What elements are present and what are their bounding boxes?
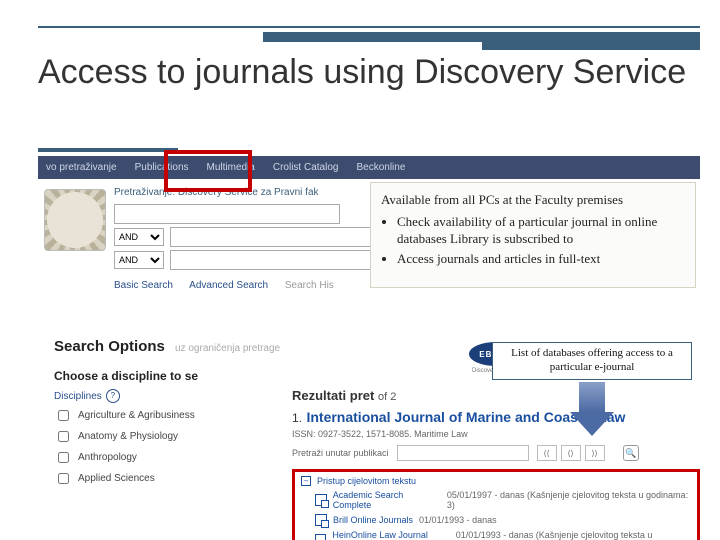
university-seal <box>44 189 106 251</box>
search-field-1[interactable] <box>114 204 340 224</box>
discipline-label: Anatomy & Physiology <box>78 431 178 442</box>
pager: ⟨⟨ ⟨⟩ ⟩⟩ <box>537 445 605 461</box>
source-dates: 01/01/1993 - danas (Kašnjenje cjelovitog… <box>456 530 691 540</box>
discipline-label: Agriculture & Agribusiness <box>78 410 195 421</box>
source-icon <box>315 494 327 506</box>
fulltext-heading: Pristup cijelovitom tekstu <box>317 476 416 486</box>
pager-next[interactable]: ⟩⟩ <box>585 445 605 461</box>
link-basic-search[interactable]: Basic Search <box>114 280 173 291</box>
discipline-checkbox-anthropology[interactable] <box>58 452 69 463</box>
note-bullet-access: Access journals and articles in full-tex… <box>397 250 685 268</box>
discipline-label: Applied Sciences <box>78 473 155 484</box>
source-dates: 01/01/1993 - danas <box>419 515 497 525</box>
callout-box: List of databases offering access to a p… <box>492 342 692 436</box>
discipline-checkbox-applied-sciences[interactable] <box>58 473 69 484</box>
result-number: 1. <box>292 411 302 425</box>
bool-select-2[interactable]: AND <box>114 251 164 269</box>
results-heading: Rezultati pret <box>292 388 374 403</box>
highlight-publications <box>164 150 252 192</box>
collapse-icon[interactable]: – <box>301 476 311 486</box>
top-rule <box>38 26 700 42</box>
source-icon <box>315 534 326 540</box>
note-bullet-check: Check availability of a particular journ… <box>397 213 685 248</box>
title-underline <box>38 148 178 152</box>
source-dates: 05/01/1997 - danas (Kašnjenje cjelovitog… <box>447 490 691 510</box>
callout-text: List of databases offering access to a p… <box>492 342 692 380</box>
search-within-input[interactable] <box>397 445 529 461</box>
arrow-down-icon <box>570 382 614 436</box>
results-count: of 2 <box>378 391 396 403</box>
nav-item-new-search[interactable]: vo pretraživanje <box>46 162 117 173</box>
nav-item-crolist[interactable]: Crolist Catalog <box>273 162 339 173</box>
link-advanced-search[interactable]: Advanced Search <box>189 280 268 291</box>
link-search-history[interactable]: Search His <box>285 280 334 291</box>
source-icon <box>315 514 327 526</box>
search-icon[interactable]: 🔍 <box>623 445 639 461</box>
source-link-brill[interactable]: Brill Online Journals <box>333 515 413 525</box>
search-field-2[interactable] <box>170 227 396 247</box>
disciplines-label: Disciplines <box>54 391 102 402</box>
discipline-checkbox-anatomy[interactable] <box>58 431 69 442</box>
bool-select-1[interactable]: AND <box>114 228 164 246</box>
discipline-checkbox-agriculture[interactable] <box>58 410 69 421</box>
slide-title: Access to journals using Discovery Servi… <box>38 52 686 93</box>
search-field-3[interactable] <box>170 250 396 270</box>
source-link-academic[interactable]: Academic Search Complete <box>333 490 441 510</box>
nav-item-beckonline[interactable]: Beckonline <box>356 162 405 173</box>
pager-prev[interactable]: ⟨⟨ <box>537 445 557 461</box>
search-options-sub: uz ograničenja pretrage <box>175 343 280 354</box>
note-line-availability: Available from all PCs at the Faculty pr… <box>381 191 685 209</box>
help-icon[interactable]: ? <box>106 389 120 403</box>
pager-mid[interactable]: ⟨⟩ <box>561 445 581 461</box>
top-nav: vo pretraživanje Publications Multimedia… <box>38 156 700 179</box>
discipline-label: Anthropology <box>78 452 137 463</box>
annotation-box: Available from all PCs at the Faculty pr… <box>370 182 696 288</box>
highlight-fulltext-sources: – Pristup cijelovitom tekstu Academic Se… <box>292 469 700 540</box>
source-link-heinonline[interactable]: HeinOnline Law Journal Library <box>332 530 449 540</box>
search-within-label: Pretraži unutar publikaci <box>292 448 389 458</box>
embedded-screenshot: vo pretraživanje Publications Multimedia… <box>38 156 700 532</box>
